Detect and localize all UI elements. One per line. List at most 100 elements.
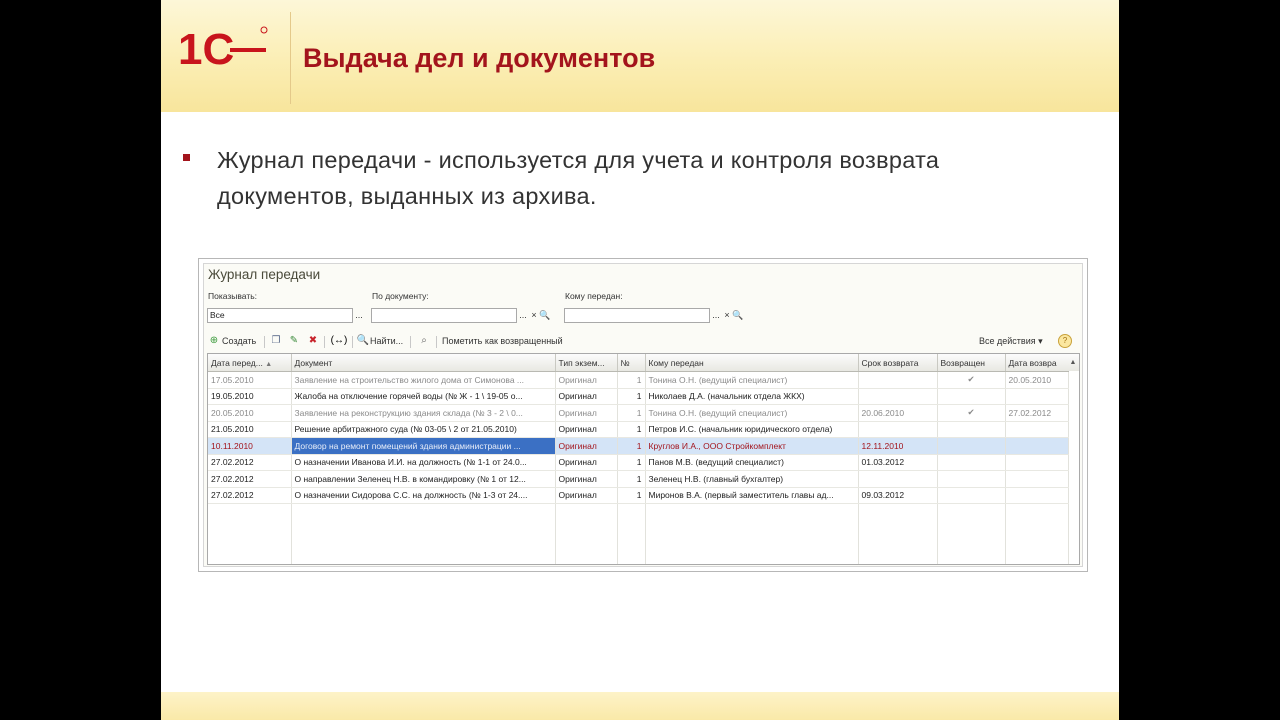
table-header-row: Дата перед... ▲ Документ Тип экзем... № … — [208, 354, 1069, 372]
transfer-journal-table: Дата перед... ▲ Документ Тип экзем... № … — [207, 353, 1080, 565]
toolbar-separator — [436, 336, 437, 348]
filter-recipient-search-icon[interactable]: 🔍 — [732, 308, 744, 323]
cell-document: О назначении Сидорова С.С. на должность … — [291, 487, 556, 504]
filter-recipient-input[interactable] — [564, 308, 710, 323]
cell-document: Заявление на строительство жилого дома о… — [291, 371, 556, 389]
empty-cell — [645, 519, 859, 535]
empty-cell — [858, 503, 938, 520]
column-header-copy-type[interactable]: Тип экзем... — [555, 354, 618, 372]
cell-copy-type: Оригинал — [555, 437, 618, 455]
bullet-text: Журнал передачи - используется для учета… — [217, 147, 940, 209]
filter-document-clear-icon[interactable]: × — [529, 308, 539, 323]
cell-return-date: 20.05.2010 — [1005, 371, 1069, 389]
table-row[interactable]: 10.11.2010 Договор на ремонт помещений зд… — [208, 437, 1069, 455]
select-period-icon[interactable]: (↔) — [330, 334, 348, 348]
empty-cell — [858, 535, 938, 551]
find-icon: 🔍 — [356, 335, 370, 346]
table-row[interactable]: 27.02.2012 О направлении Зеленец Н.В. в к… — [208, 470, 1069, 488]
table-row[interactable]: 27.02.2012 О назначении Сидорова С.С. на … — [208, 487, 1069, 504]
cell-returned: ✔ — [937, 404, 1006, 422]
cell-due-date: 09.03.2012 — [858, 487, 938, 504]
empty-cell — [555, 503, 618, 520]
cell-document: О направлении Зеленец Н.В. в командировк… — [291, 470, 556, 488]
all-actions-menu[interactable]: Все действия ▾ — [979, 334, 1043, 348]
cell-return-date — [1005, 437, 1069, 455]
slide: 1С Выдача дел и документов Журнал переда… — [161, 0, 1119, 720]
cell-number: 1 — [617, 437, 646, 455]
cell-copy-type: Оригинал — [555, 487, 618, 504]
cell-number: 1 — [617, 470, 646, 488]
cell-return-date — [1005, 421, 1069, 438]
column-header-transfer-date[interactable]: Дата перед... ▲ — [208, 354, 292, 372]
cell-returned: ✔ — [937, 371, 1006, 389]
cell-transferred-to: Тонина О.Н. (ведущий специалист) — [645, 404, 859, 422]
table-row[interactable]: 19.05.2010 Жалоба на отключение горячей в… — [208, 388, 1069, 405]
empty-row — [208, 503, 1069, 520]
filter-show-select-button[interactable]: ... — [353, 308, 365, 323]
delete-icon[interactable]: ✖ — [306, 334, 320, 348]
cell-due-date — [858, 470, 938, 488]
column-header-returned[interactable]: Возвращен — [937, 354, 1006, 372]
column-header-document[interactable]: Документ — [291, 354, 556, 372]
cell-due-date — [858, 388, 938, 405]
journal-window-body: Журнал передачи Показывать: Все ... По д… — [203, 263, 1083, 567]
filter-show-input[interactable]: Все — [207, 308, 353, 323]
1c-logo: 1С — [178, 25, 268, 74]
empty-cell — [555, 535, 618, 551]
filter-document-select-button[interactable]: ... — [517, 308, 529, 323]
cell-document: Договор на ремонт помещений здания админ… — [291, 437, 556, 455]
table-row[interactable]: 20.05.2010 Заявление на реконструкцию зда… — [208, 404, 1069, 422]
column-header-number[interactable]: № — [617, 354, 646, 372]
cell-transferred-to: Зеленец Н.В. (главный бухгалтер) — [645, 470, 859, 488]
cell-return-date — [1005, 487, 1069, 504]
help-icon[interactable]: ? — [1058, 334, 1072, 348]
cell-due-date — [858, 421, 938, 438]
scroll-up-arrow[interactable]: ▲ — [1067, 354, 1079, 371]
cell-returned — [937, 454, 1006, 471]
cell-transfer-date: 20.05.2010 — [208, 404, 292, 422]
find-button[interactable]: Найти... — [370, 334, 403, 348]
column-header-transferred-to[interactable]: Кому передан — [645, 354, 859, 372]
cell-number: 1 — [617, 388, 646, 405]
edit-icon[interactable]: ✎ — [287, 334, 301, 348]
table-row[interactable]: 27.02.2012 О назначении Иванова И.И. на д… — [208, 454, 1069, 471]
cell-due-date: 12.11.2010 — [858, 437, 938, 455]
empty-cell — [937, 535, 1006, 551]
empty-cell — [858, 519, 938, 535]
svg-text:1С: 1С — [178, 25, 234, 74]
table-row[interactable]: 17.05.2010 Заявление на строительство жил… — [208, 371, 1069, 389]
cell-return-date: 27.02.2012 — [1005, 404, 1069, 422]
empty-cell — [291, 519, 556, 535]
copy-icon[interactable]: ❐ — [269, 334, 283, 348]
column-header-due-date[interactable]: Срок возврата — [858, 354, 938, 372]
empty-cell — [208, 550, 292, 564]
column-header-return-date[interactable]: Дата возвра — [1005, 354, 1069, 372]
bullet-marker — [183, 154, 190, 161]
toolbar: ⊕ Создать ❐ ✎ ✖ (↔) 🔍 Найти... ⌕ Пометит… — [204, 330, 1084, 352]
empty-cell — [617, 535, 646, 551]
empty-cell — [208, 535, 292, 551]
filter-recipient-label: Кому передан: — [565, 291, 623, 301]
journal-table: Дата перед... ▲ Документ Тип экзем... № … — [208, 354, 1069, 564]
cell-number: 1 — [617, 371, 646, 389]
create-button[interactable]: Создать — [222, 334, 256, 348]
table-row[interactable]: 21.05.2010 Решение арбитражного суда (№ 0… — [208, 421, 1069, 438]
filter-document-search-icon[interactable]: 🔍 — [539, 308, 551, 323]
empty-cell — [1005, 535, 1069, 551]
cancel-search-icon[interactable]: ⌕ — [417, 334, 431, 348]
filter-recipient-select-button[interactable]: ... — [710, 308, 722, 323]
cell-number: 1 — [617, 487, 646, 504]
filter-recipient-clear-icon[interactable]: × — [722, 308, 732, 323]
cell-returned — [937, 437, 1006, 455]
mark-returned-button[interactable]: Пометить как возвращенный — [442, 334, 563, 348]
filter-document-input[interactable] — [371, 308, 517, 323]
empty-cell — [645, 535, 859, 551]
empty-cell — [645, 550, 859, 564]
cell-returned — [937, 470, 1006, 488]
empty-cell — [291, 503, 556, 520]
empty-cell — [645, 503, 859, 520]
cell-returned — [937, 421, 1006, 438]
cell-document: Заявление на реконструкцию здания склада… — [291, 404, 556, 422]
cell-transfer-date: 10.11.2010 — [208, 437, 292, 455]
cell-transfer-date: 27.02.2012 — [208, 487, 292, 504]
